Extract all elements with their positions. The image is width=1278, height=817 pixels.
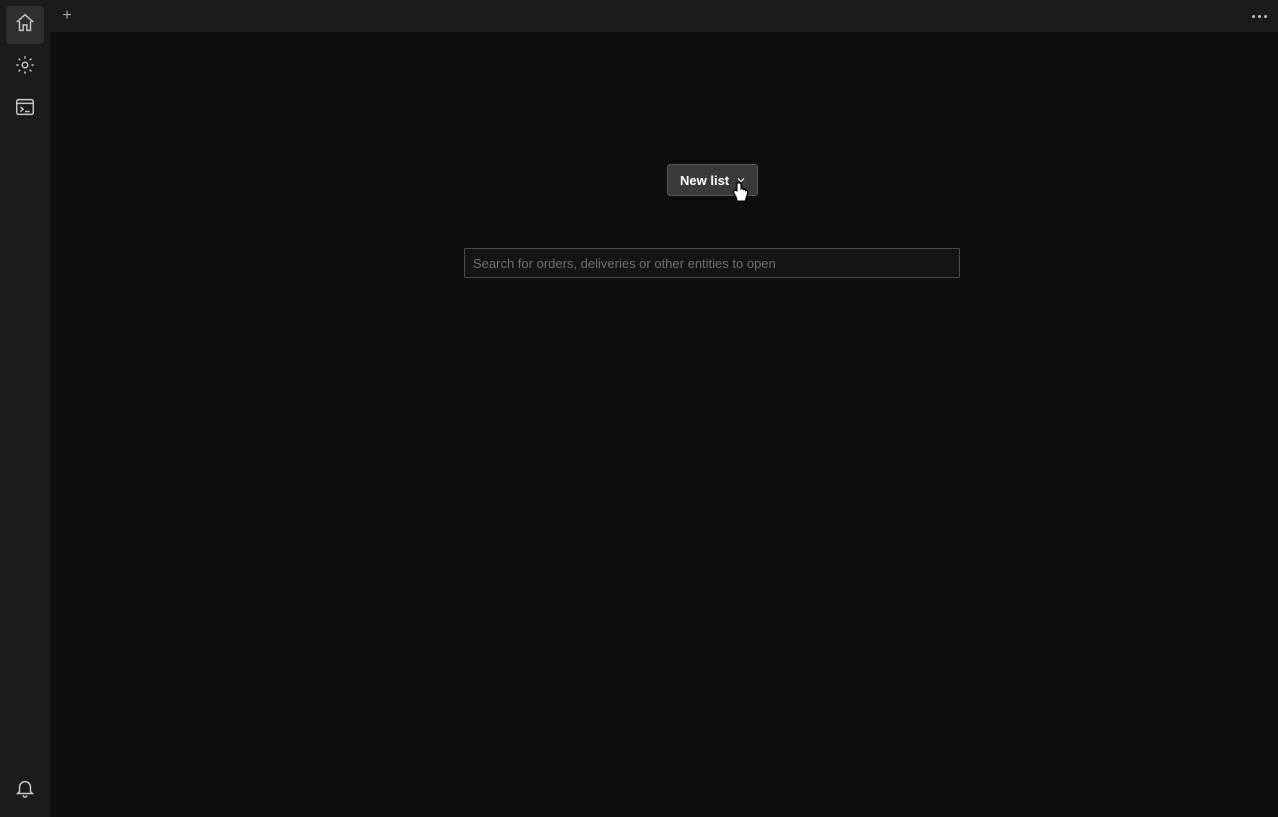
tabbar-spacer <box>84 0 1240 32</box>
terminal-icon <box>14 96 36 123</box>
sidebar-item-settings[interactable] <box>6 48 44 86</box>
tabbar-overflow-button[interactable] <box>1240 0 1278 32</box>
sidebar-item-terminal[interactable] <box>6 90 44 128</box>
sidebar <box>0 0 50 817</box>
content-area: New list <box>50 32 1278 817</box>
main-column: + New list <box>50 0 1278 817</box>
sidebar-item-home[interactable] <box>6 6 44 44</box>
plus-icon: + <box>62 8 71 24</box>
search-input[interactable] <box>464 248 960 278</box>
chevron-down-icon <box>735 174 747 186</box>
bell-icon <box>14 777 36 804</box>
new-list-label: New list <box>680 173 729 188</box>
new-tab-button[interactable]: + <box>50 0 84 32</box>
new-list-button[interactable]: New list <box>667 164 758 196</box>
tab-bar: + <box>50 0 1278 32</box>
sidebar-top-group <box>0 6 50 128</box>
home-icon <box>14 12 36 39</box>
more-horizontal-icon <box>1252 15 1267 18</box>
sidebar-item-notifications[interactable] <box>6 771 44 809</box>
gear-icon <box>14 54 36 81</box>
